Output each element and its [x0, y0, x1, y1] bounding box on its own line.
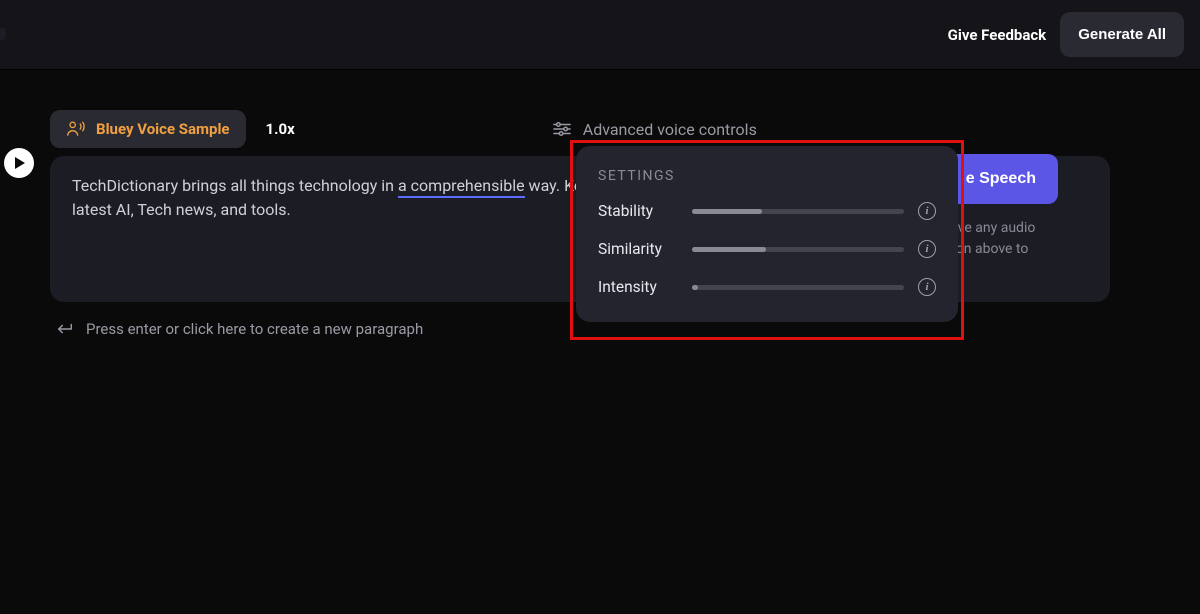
- advanced-voice-controls[interactable]: Advanced voice controls: [553, 120, 757, 139]
- slider-fill: [692, 247, 766, 252]
- tabs-row: Bluey Voice Sample 1.0x Advanced voice c…: [50, 110, 1150, 148]
- editor-text[interactable]: TechDictionary brings all things technol…: [72, 174, 632, 222]
- setting-row-similarity: Similarity i: [598, 240, 936, 258]
- voice-icon: [66, 120, 86, 138]
- intensity-slider[interactable]: [692, 285, 904, 290]
- new-paragraph-label: Press enter or click here to create a ne…: [86, 320, 423, 338]
- setting-label: Stability: [598, 202, 678, 220]
- slider-fill: [692, 209, 762, 214]
- new-paragraph-hint[interactable]: Press enter or click here to create a ne…: [56, 320, 1150, 338]
- setting-row-stability: Stability i: [598, 202, 936, 220]
- top-bar: Give Feedback Generate All: [0, 0, 1200, 70]
- setting-row-intensity: Intensity i: [598, 278, 936, 296]
- setting-label: Similarity: [598, 240, 678, 258]
- voice-tab-active[interactable]: Bluey Voice Sample: [50, 110, 246, 148]
- stability-slider[interactable]: [692, 209, 904, 214]
- setting-label: Intensity: [598, 278, 678, 296]
- voice-tab-label: Bluey Voice Sample: [96, 120, 230, 138]
- info-icon[interactable]: i: [918, 240, 936, 258]
- settings-title: SETTINGS: [598, 168, 936, 184]
- playback-speed[interactable]: 1.0x: [266, 120, 295, 138]
- sliders-icon: [553, 121, 571, 137]
- advanced-controls-label: Advanced voice controls: [583, 120, 757, 139]
- spellcheck-underline[interactable]: a comprehensible: [398, 176, 525, 198]
- window-edge-dot: [0, 28, 6, 40]
- slider-fill: [692, 285, 698, 290]
- settings-popover: SETTINGS Stability i Similarity i Intens…: [576, 146, 958, 322]
- enter-icon: [56, 322, 74, 336]
- info-icon[interactable]: i: [918, 278, 936, 296]
- give-feedback-link[interactable]: Give Feedback: [948, 26, 1047, 44]
- info-icon[interactable]: i: [918, 202, 936, 220]
- similarity-slider[interactable]: [692, 247, 904, 252]
- text-segment: latest AI, Tech news, and tools.: [72, 200, 291, 219]
- generate-all-button[interactable]: Generate All: [1060, 12, 1184, 57]
- text-segment: TechDictionary brings all things technol…: [72, 176, 398, 195]
